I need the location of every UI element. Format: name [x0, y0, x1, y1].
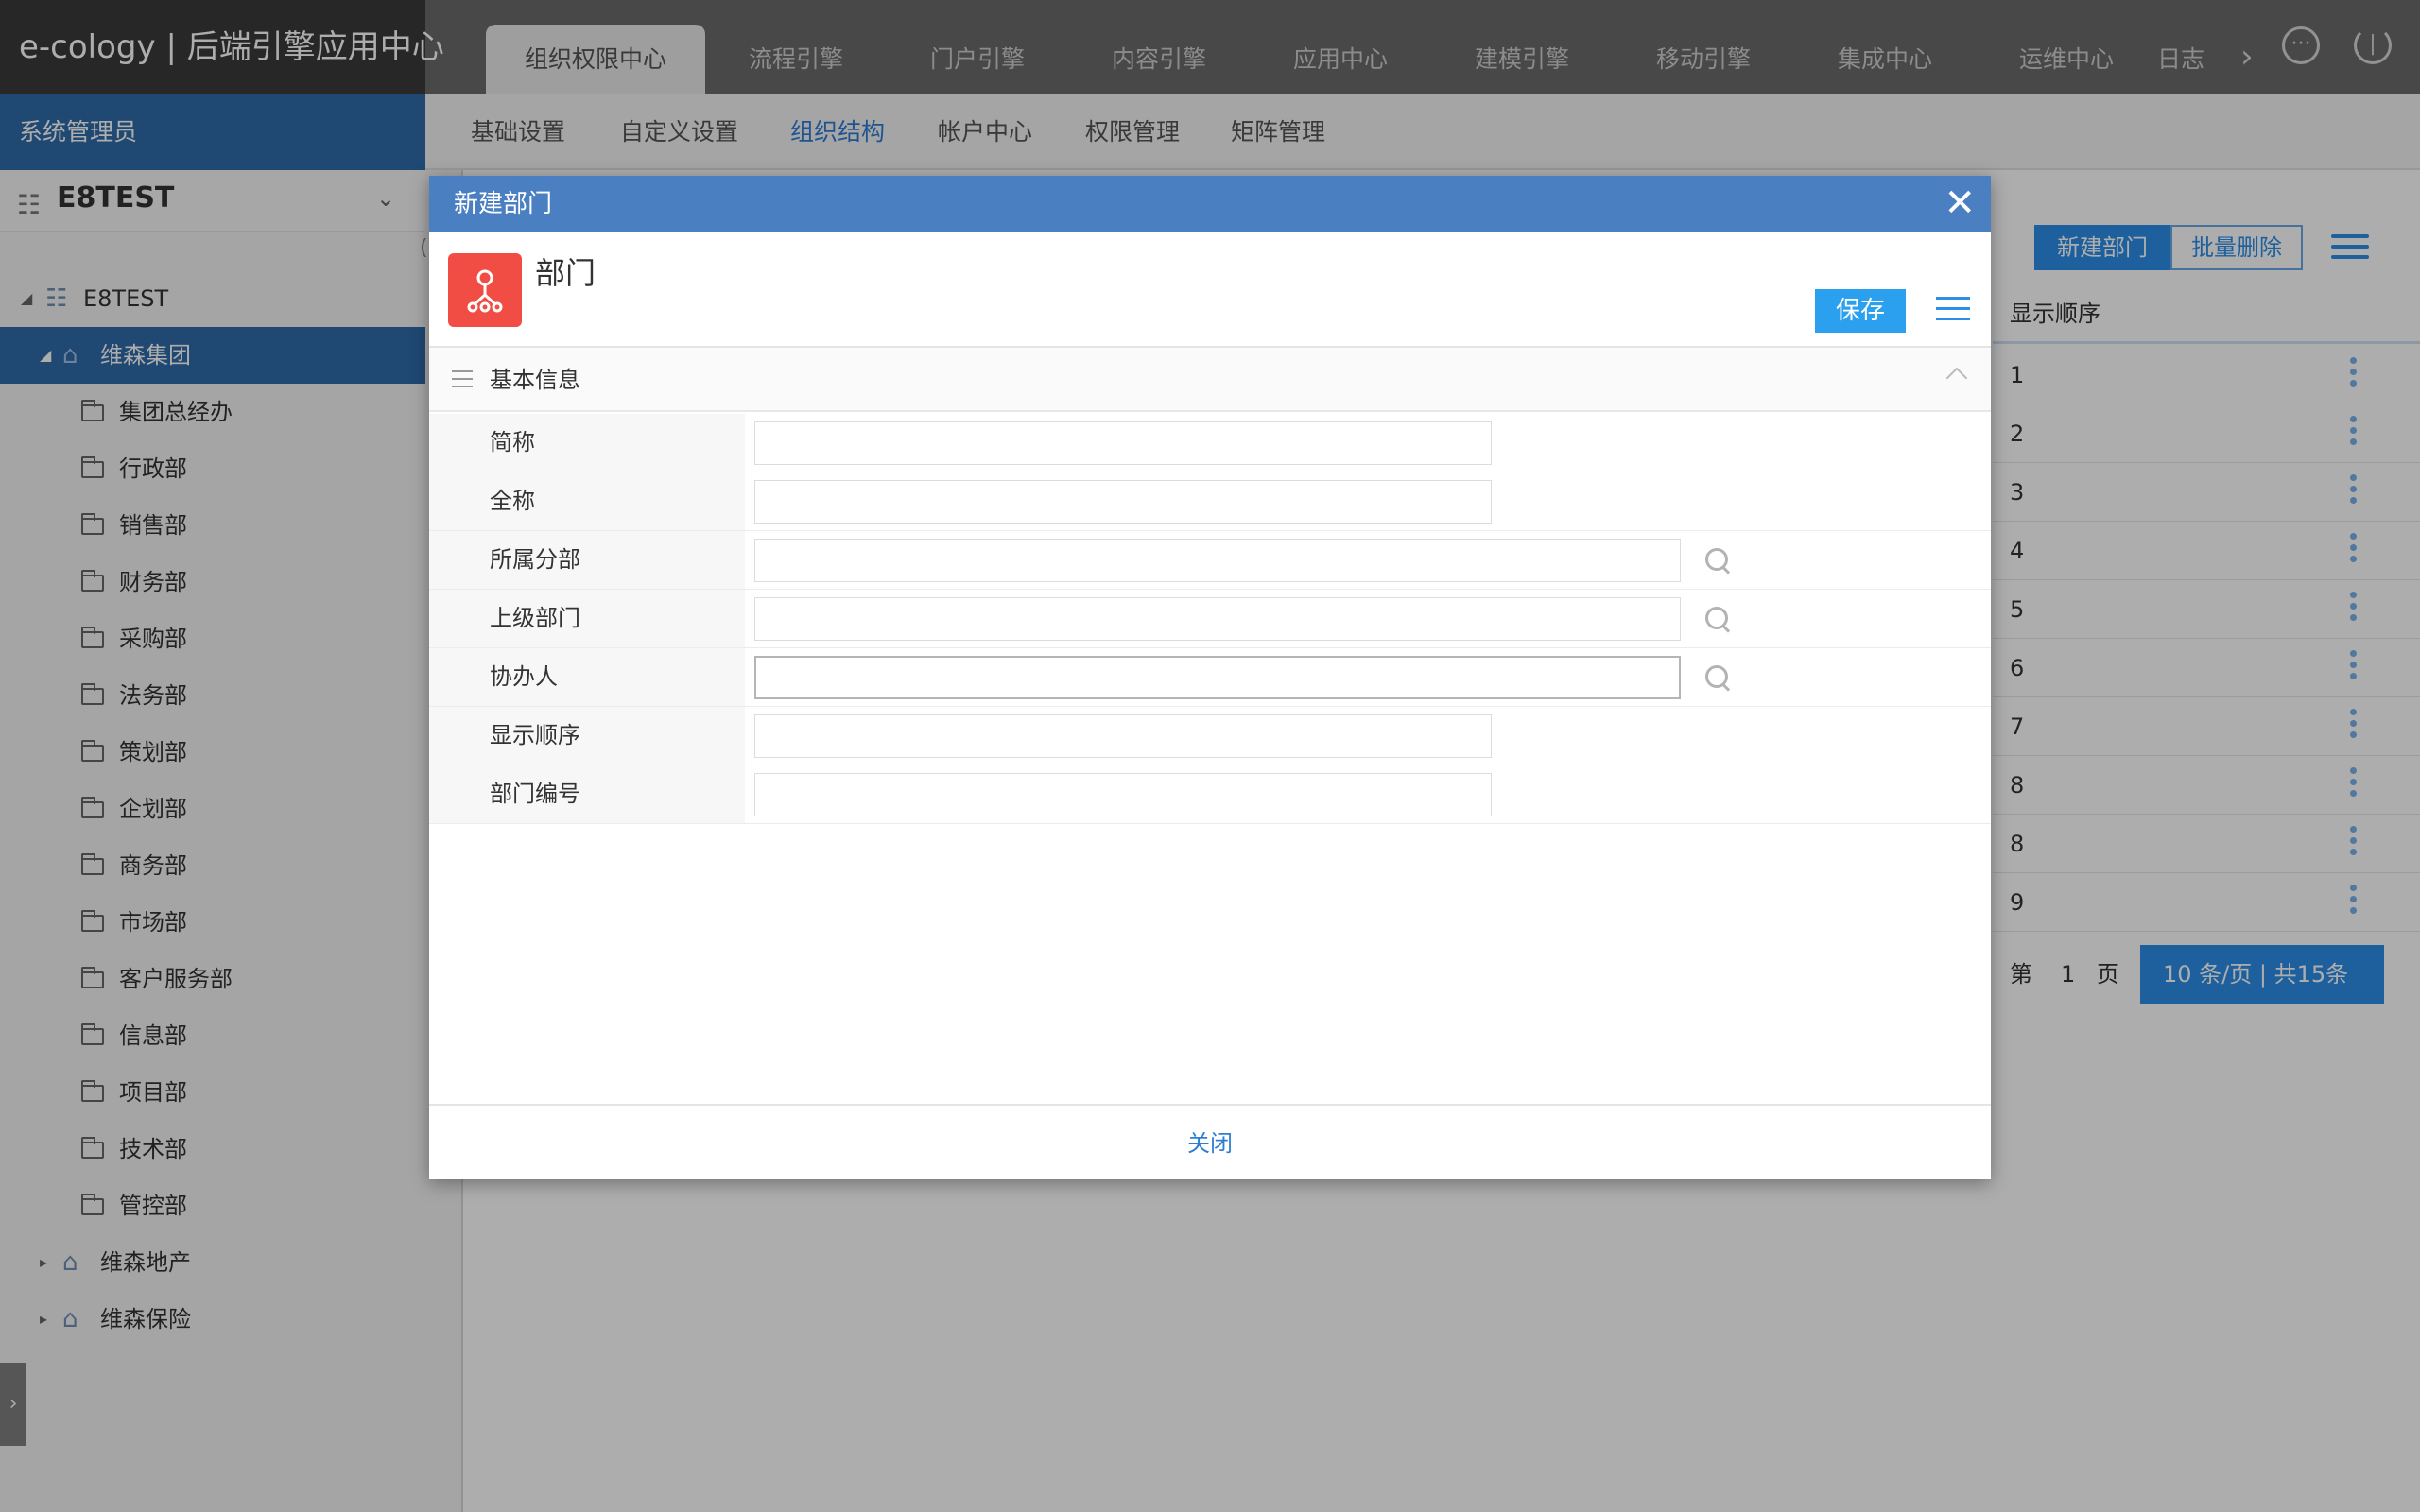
field-input-1[interactable]: [754, 480, 1492, 524]
field-label: 全称: [429, 472, 745, 530]
search-icon[interactable]: [1703, 663, 1732, 692]
form-row: 部门编号: [429, 765, 1991, 824]
save-button[interactable]: 保存: [1815, 289, 1906, 333]
close-icon[interactable]: ✕: [1944, 176, 1976, 232]
dialog-header: 新建部门 ✕: [429, 176, 1991, 232]
field-input-5[interactable]: [754, 714, 1492, 758]
dialog-footer: 关闭: [429, 1104, 1991, 1179]
department-icon: [448, 253, 522, 327]
field-label: 简称: [429, 414, 745, 472]
field-input-3[interactable]: [754, 597, 1681, 641]
close-button[interactable]: 关闭: [1187, 1106, 1233, 1181]
list-icon[interactable]: [1936, 297, 1970, 325]
dialog-toolbar: 部门 保存: [429, 232, 1991, 348]
form-row: 简称: [429, 414, 1991, 472]
dialog-title: 新建部门: [454, 190, 553, 218]
form-row: 协办人: [429, 648, 1991, 707]
form-row: 所属分部: [429, 531, 1991, 590]
section-basic-info[interactable]: 基本信息: [429, 348, 1991, 412]
field-input-2[interactable]: [754, 539, 1681, 582]
department-glyph: [467, 269, 503, 313]
field-input-4[interactable]: [754, 656, 1681, 699]
field-label: 协办人: [429, 648, 745, 706]
chevron-up-icon[interactable]: [1945, 367, 1968, 389]
entity-title: 部门: [535, 255, 596, 291]
new-department-dialog: 新建部门 ✕ 部门 保存 基本信息 简称 全称 所属分部 上级部门 协办人 显示顺序 部门编…: [429, 176, 1991, 1179]
field-input-6[interactable]: [754, 773, 1492, 816]
search-icon[interactable]: [1703, 605, 1732, 633]
field-label: 部门编号: [429, 765, 745, 823]
form-row: 全称: [429, 472, 1991, 531]
search-icon[interactable]: [1703, 546, 1732, 575]
field-label: 显示顺序: [429, 707, 745, 765]
field-input-0[interactable]: [754, 421, 1492, 465]
form-row: 上级部门: [429, 590, 1991, 648]
field-label: 上级部门: [429, 590, 745, 647]
section-title: 基本信息: [490, 367, 580, 393]
form-row: 显示顺序: [429, 707, 1991, 765]
field-label: 所属分部: [429, 531, 745, 589]
department-form: 简称 全称 所属分部 上级部门 协办人 显示顺序 部门编号: [429, 414, 1991, 824]
section-menu-icon: [452, 370, 473, 393]
